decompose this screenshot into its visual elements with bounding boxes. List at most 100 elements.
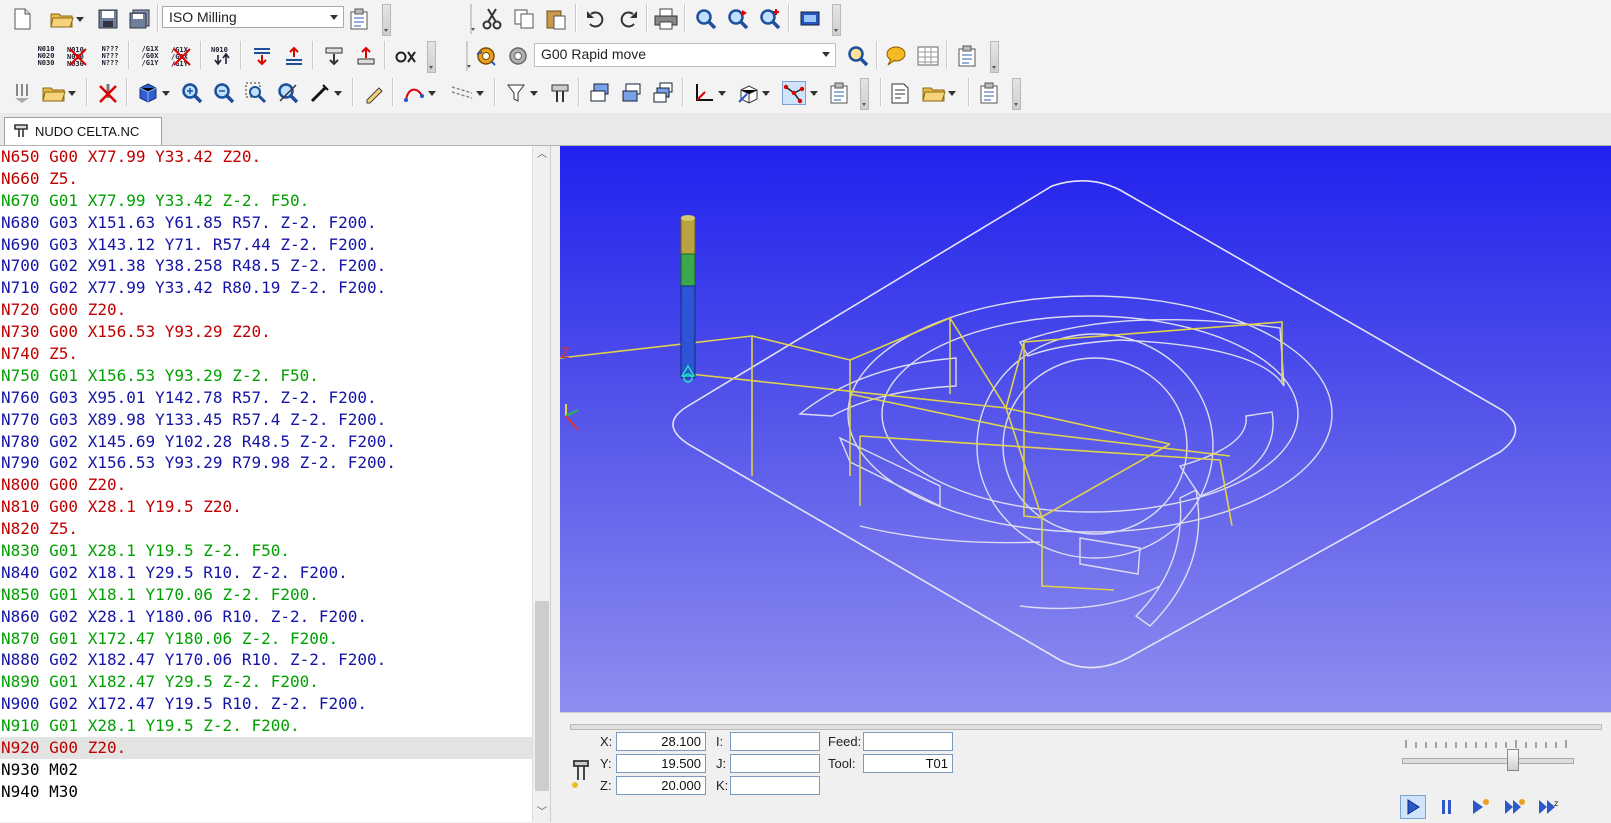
measure-icon[interactable]: [308, 81, 332, 105]
move-type-select[interactable]: G00 Rapid move: [534, 43, 836, 67]
sort-blocks-icon[interactable]: N010: [210, 44, 234, 68]
chevron-down-icon[interactable]: [74, 7, 86, 31]
z-coordinate-field[interactable]: 20.000: [616, 776, 706, 795]
chevron-down-icon[interactable]: [332, 81, 344, 105]
gcode-format-icon[interactable]: /G1X/G0X/G1Y: [138, 44, 162, 68]
chevron-down-icon[interactable]: [528, 81, 540, 105]
code-line[interactable]: N810 G00 X28.1 Y19.5 Z20.: [0, 496, 550, 518]
find-next-icon[interactable]: [726, 7, 750, 31]
chevron-down-icon[interactable]: [160, 81, 172, 105]
tool-remove-icon[interactable]: [96, 81, 120, 105]
code-line[interactable]: N860 G02 X28.1 Y180.06 R10. Z-2. F200.: [0, 606, 550, 628]
code-line[interactable]: N820 Z5.: [0, 518, 550, 540]
cut-icon[interactable]: [480, 7, 504, 31]
machine-properties-icon[interactable]: [348, 7, 372, 31]
layer-two-icon[interactable]: [620, 81, 644, 105]
k-field[interactable]: [730, 776, 820, 795]
copy-icon[interactable]: [512, 7, 536, 31]
code-scrollbar[interactable]: ︿ ﹀: [532, 146, 551, 822]
rapid-lines-icon[interactable]: [450, 81, 474, 105]
options-icon[interactable]: [978, 81, 1002, 105]
code-line[interactable]: N680 G03 X151.63 Y61.85 R57. Z-2. F200.: [0, 212, 550, 234]
clear-coordinate-icon[interactable]: [394, 44, 418, 68]
remove-block-numbers-icon[interactable]: N010 N020 N030: [66, 44, 90, 68]
pause-button[interactable]: [1434, 795, 1460, 819]
chevron-down-icon[interactable]: [716, 81, 728, 105]
code-line[interactable]: N730 G00 X156.53 Y93.29 Z20.: [0, 321, 550, 343]
move-block-up-icon[interactable]: [354, 44, 378, 68]
find-icon[interactable]: [694, 7, 718, 31]
renumber-blocks-icon[interactable]: N010 N020 N030: [34, 44, 58, 68]
chevron-down-icon[interactable]: [66, 81, 78, 105]
display-icon[interactable]: [798, 7, 822, 31]
chevron-down-icon[interactable]: [426, 81, 438, 105]
code-line[interactable]: N850 G01 X18.1 Y170.06 Z-2. F200.: [0, 584, 550, 606]
move-block-down-icon[interactable]: [322, 44, 346, 68]
remove-gcode-icon[interactable]: /G1X/G0X/G1Y: [170, 44, 194, 68]
zoom-extents-icon[interactable]: [276, 81, 300, 105]
code-line[interactable]: N710 G02 X77.99 Y33.42 R80.19 Z-2. F200.: [0, 277, 550, 299]
axes-icon[interactable]: [692, 81, 716, 105]
open-folder-icon[interactable]: [50, 7, 74, 31]
undo-icon[interactable]: [584, 7, 608, 31]
redo-icon[interactable]: [616, 7, 640, 31]
y-coordinate-field[interactable]: 19.500: [616, 754, 706, 773]
path-select-icon[interactable]: [402, 81, 426, 105]
step-forward-icon[interactable]: [1468, 795, 1494, 819]
tab-nudo-celta[interactable]: NUDO CELTA.NC: [4, 117, 162, 145]
code-line[interactable]: N800 G00 Z20.: [0, 474, 550, 496]
code-line[interactable]: N740 Z5.: [0, 343, 550, 365]
code-line[interactable]: N780 G02 X145.69 Y102.28 R48.5 Z-2. F200…: [0, 431, 550, 453]
feed-field[interactable]: [863, 732, 953, 751]
simulation-progress-bar[interactable]: [570, 724, 1602, 730]
layer-three-icon[interactable]: [652, 81, 676, 105]
layer-one-icon[interactable]: [588, 81, 612, 105]
speed-slider[interactable]: [1402, 758, 1574, 764]
insert-block-after-icon[interactable]: [282, 44, 306, 68]
chevron-down-icon[interactable]: [474, 81, 486, 105]
comment-icon[interactable]: [884, 44, 908, 68]
toolpath-filter-icon[interactable]: [504, 81, 528, 105]
speed-slider-thumb[interactable]: [1507, 749, 1519, 771]
save-all-icon[interactable]: [128, 7, 152, 31]
settings-gear-icon[interactable]: [506, 44, 530, 68]
solid-view-icon[interactable]: [136, 81, 160, 105]
open-report-icon[interactable]: [922, 81, 946, 105]
edit-path-icon[interactable]: [362, 81, 386, 105]
block-number-options-icon[interactable]: N??? N??? N???: [98, 44, 122, 68]
j-field[interactable]: [730, 754, 820, 773]
properties-icon[interactable]: [956, 44, 980, 68]
chevron-down-icon[interactable]: [760, 81, 772, 105]
paste-icon[interactable]: [544, 7, 568, 31]
code-line[interactable]: N870 G01 X172.47 Y180.06 Z-2. F200.: [0, 628, 550, 650]
run-to-end-icon[interactable]: z: [1536, 795, 1562, 819]
simulate-gear-icon[interactable]: [474, 44, 498, 68]
report-icon[interactable]: [888, 81, 912, 105]
tool-holder-icon[interactable]: [548, 81, 572, 105]
view-cube-icon[interactable]: [736, 81, 760, 105]
insert-block-before-icon[interactable]: [250, 44, 274, 68]
tool-field[interactable]: T01: [863, 754, 953, 773]
fast-forward-icon[interactable]: [1502, 795, 1528, 819]
scroll-down-icon[interactable]: ﹀: [537, 808, 547, 818]
code-line[interactable]: N920 G00 Z20.: [0, 737, 550, 759]
scroll-up-icon[interactable]: ︿: [537, 150, 547, 160]
machine-type-select[interactable]: ISO Milling: [162, 6, 344, 28]
code-line[interactable]: N690 G03 X143.12 Y71. R57.44 Z-2. F200.: [0, 234, 550, 256]
code-line[interactable]: N840 G02 X18.1 Y29.5 R10. Z-2. F200.: [0, 562, 550, 584]
code-line[interactable]: N770 G03 X89.98 Y133.45 R57.4 Z-2. F200.: [0, 409, 550, 431]
machine-icon[interactable]: [10, 81, 34, 105]
code-line[interactable]: N790 G02 X156.53 Y93.29 R79.98 Z-2. F200…: [0, 452, 550, 474]
scrollbar-thumb[interactable]: [535, 601, 549, 791]
view-properties-icon[interactable]: [828, 81, 852, 105]
print-icon[interactable]: [654, 7, 678, 31]
code-line[interactable]: N930 M02: [0, 759, 550, 781]
code-line[interactable]: N650 G00 X77.99 Y33.42 Z20.: [0, 146, 550, 168]
zoom-in-icon[interactable]: [180, 81, 204, 105]
code-line[interactable]: N750 G01 X156.53 Y93.29 Z-2. F50.: [0, 365, 550, 387]
code-line[interactable]: N880 G02 X182.47 Y170.06 R10. Z-2. F200.: [0, 649, 550, 671]
play-button[interactable]: [1400, 795, 1426, 819]
code-line[interactable]: N910 G01 X28.1 Y19.5 Z-2. F200.: [0, 715, 550, 737]
code-line[interactable]: N900 G02 X172.47 Y19.5 R10. Z-2. F200.: [0, 693, 550, 715]
x-coordinate-field[interactable]: 28.100: [616, 732, 706, 751]
